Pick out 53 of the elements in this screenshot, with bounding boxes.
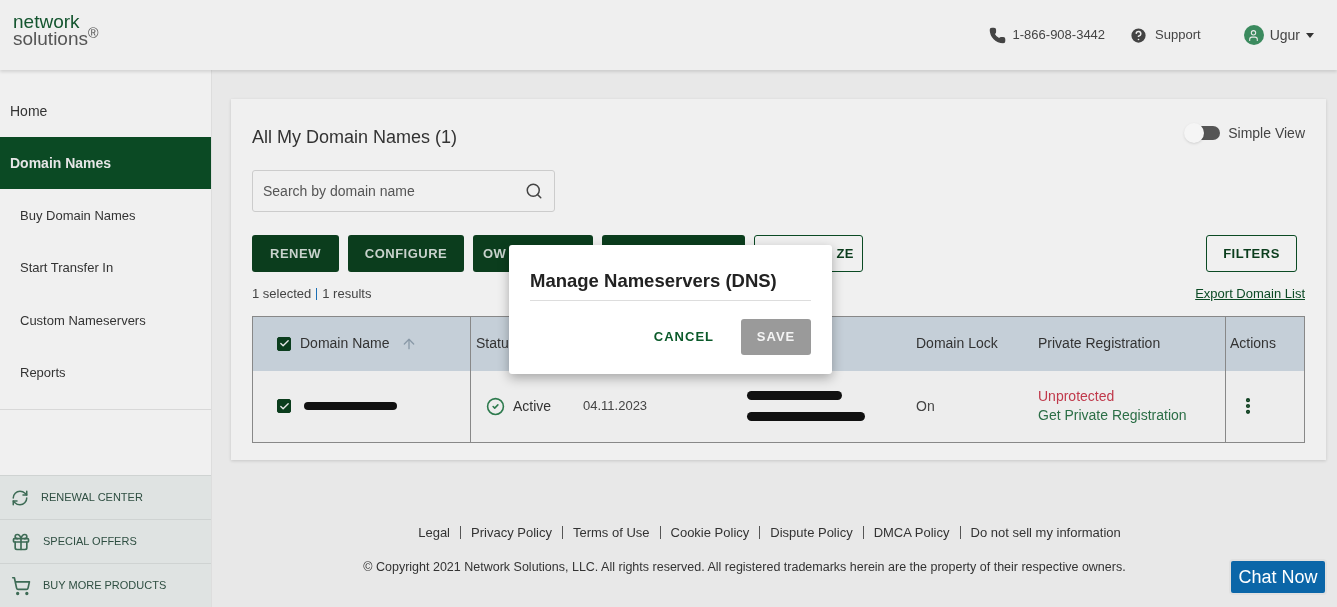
filters-button[interactable]: FILTERS <box>1206 235 1297 272</box>
nav-subitem[interactable]: Reports <box>0 346 211 399</box>
nav-item[interactable]: Domain Names <box>0 137 211 189</box>
footer-link[interactable]: Do not sell my information <box>970 523 1121 543</box>
promo-item[interactable]: BUY MORE PRODUCTS <box>0 563 211 607</box>
nav-subitem[interactable]: Buy Domain Names <box>0 189 211 242</box>
logo[interactable]: network solutions$^{®}$ <box>13 13 99 47</box>
results-count: 1 results <box>322 285 372 303</box>
action-button[interactable]: RENEW <box>252 235 339 272</box>
nav-item[interactable]: Home <box>0 85 211 137</box>
column-header[interactable]: Domain Name <box>300 333 390 354</box>
support-link[interactable]: Support <box>1155 25 1201 45</box>
column-header: Statu <box>476 334 509 353</box>
copyright-text: © Copyright 2021 Network Solutions, LLC. All rights reserved. All registered trademarks herein are the property of their respective owners. <box>363 558 1126 576</box>
phone-number: 1-866-908-3442 <box>1012 26 1106 45</box>
checkbox[interactable] <box>277 336 291 351</box>
help-icon <box>1129 25 1149 45</box>
phone-icon <box>988 26 1006 44</box>
cart-icon <box>11 575 31 596</box>
checkbox[interactable] <box>277 399 291 413</box>
nav-subitem[interactable]: Start Transfer In <box>0 241 211 294</box>
chat-button[interactable]: Chat Now <box>1229 559 1327 595</box>
column-header: Domain Lock <box>916 334 998 353</box>
status-text: Active <box>513 396 552 416</box>
nav-subitem[interactable]: Custom Nameservers <box>0 294 211 347</box>
action-button[interactable]: CONFIGURE <box>348 235 464 272</box>
date-cell-text: 04.11.2023 <box>583 397 648 416</box>
column-header: Private Registration <box>1038 334 1161 353</box>
privacy-status: Unprotected <box>1038 387 1116 406</box>
footer-link[interactable]: Legal <box>418 523 450 543</box>
avatar-icon <box>1243 25 1264 45</box>
toggle-label: Simple View <box>1228 123 1305 143</box>
gift-icon <box>11 531 31 552</box>
footer-link[interactable]: Terms of Use <box>572 523 650 543</box>
search-icon <box>525 182 543 200</box>
check-circle-icon <box>486 396 505 416</box>
lock-cell-text: On <box>916 396 935 416</box>
modal-title: Manage Nameservers (DNS) <box>530 267 811 301</box>
footer-link[interactable]: Cookie Policy <box>670 523 750 543</box>
column-header: Actions <box>1230 334 1276 353</box>
footer-link[interactable]: Privacy Policy <box>471 523 552 543</box>
promo-item[interactable]: SPECIAL OFFERS <box>0 519 211 563</box>
promo-item[interactable]: RENEWAL CENTER <box>0 475 211 519</box>
footer-link[interactable]: DMCA Policy <box>873 523 950 543</box>
privacy-link[interactable]: Get Private Registration <box>1038 406 1225 425</box>
export-link[interactable]: Export Domain List <box>1195 284 1305 304</box>
user-menu[interactable]: Ugur <box>1269 24 1314 46</box>
cancel-button[interactable]: CANCEL <box>653 327 714 347</box>
footer-link[interactable]: Dispute Policy <box>770 523 853 543</box>
search-field[interactable]: Search by domain name <box>252 170 555 212</box>
selection-count: 1 selected <box>252 285 312 303</box>
page-title: All My Domain Names (1) <box>252 126 458 149</box>
refresh-icon <box>11 488 29 507</box>
